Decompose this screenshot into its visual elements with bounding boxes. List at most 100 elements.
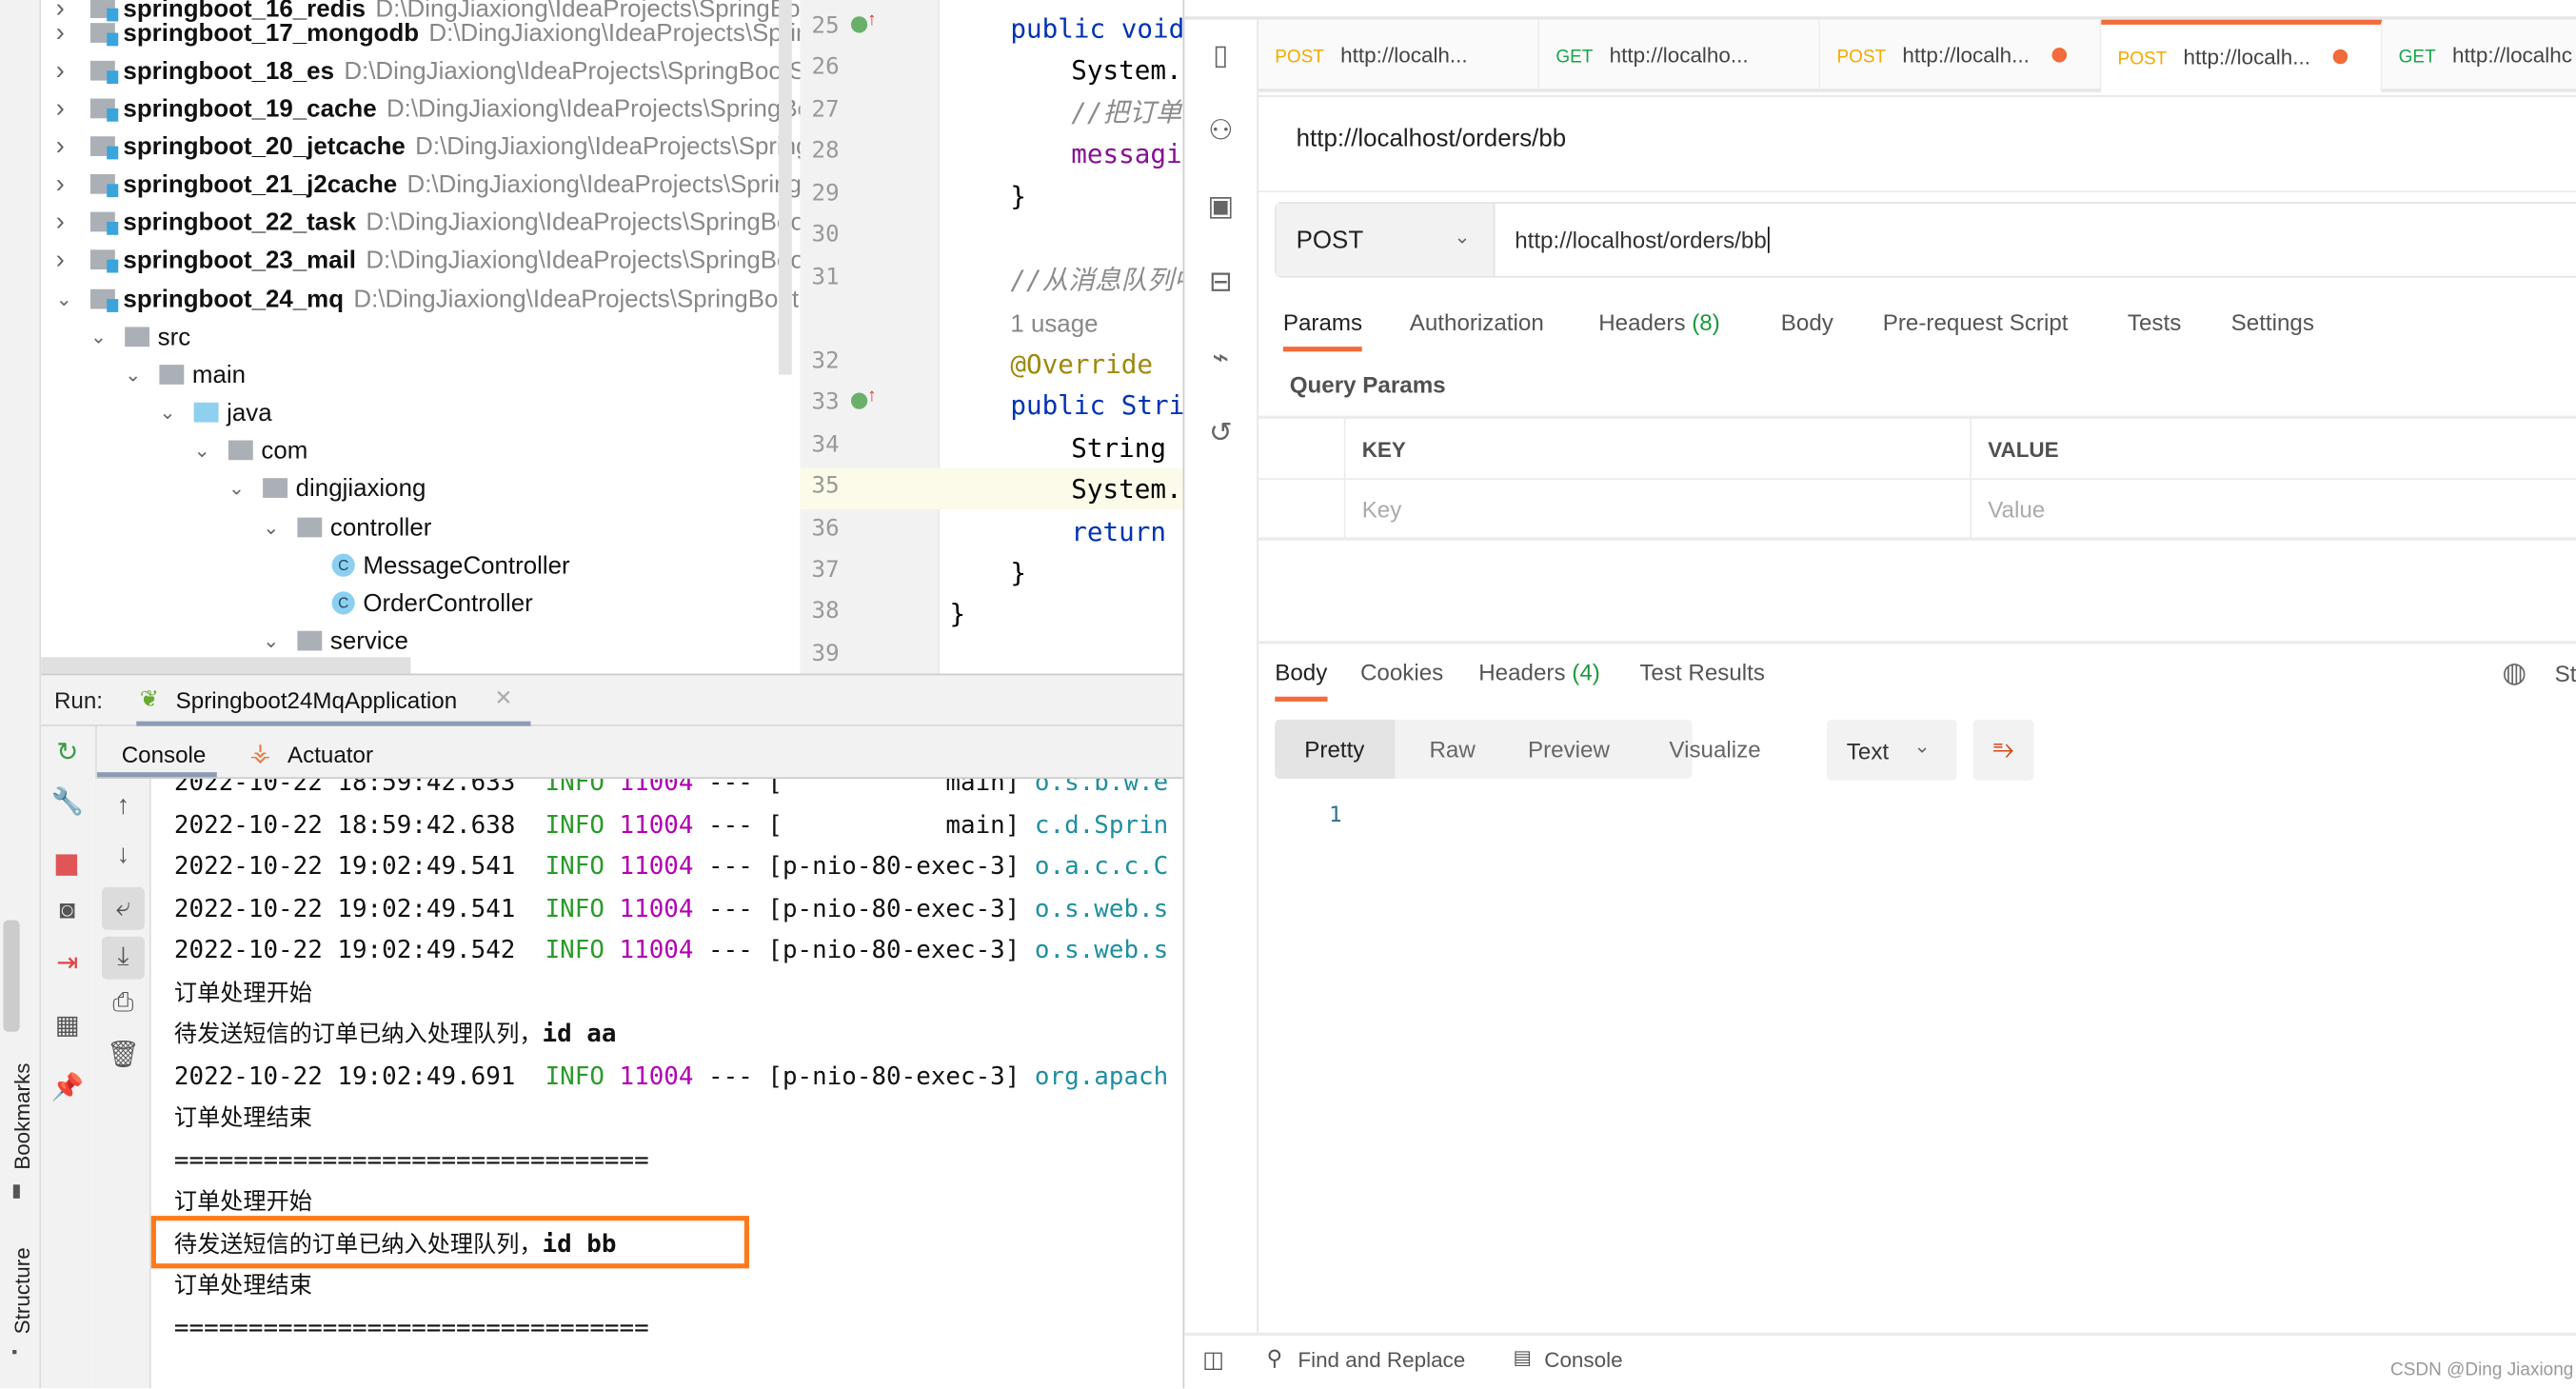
tab-test-results[interactable]: Test Results	[1639, 659, 1765, 685]
tree-item[interactable]: › springboot_21_j2cache D:\DingJiaxiong\Id…	[41, 166, 801, 204]
collections-icon[interactable]: ▯	[1204, 39, 1238, 72]
console-button[interactable]: Console	[1544, 1347, 1622, 1372]
chevron-down-icon[interactable]: ⌄	[125, 356, 141, 394]
request-title[interactable]: http://localhost/orders/bb	[1297, 125, 1566, 152]
tab-body[interactable]: Body	[1275, 659, 1327, 685]
globe-icon[interactable]: ◍	[2502, 657, 2526, 690]
tree-item[interactable]: ⌄ src	[41, 319, 800, 357]
structure-tab[interactable]: Structure	[10, 1247, 34, 1334]
tab-headers[interactable]: Headers (4)	[1478, 659, 1600, 685]
down-arrow-icon[interactable]: ↓	[107, 842, 140, 871]
chevron-right-icon[interactable]: ›	[56, 204, 65, 242]
tree-horizontal-scrollbar[interactable]	[41, 657, 411, 674]
tree-item[interactable]: › springboot_23_mail D:\DingJiaxiong\IdeaP…	[41, 242, 801, 280]
tree-item[interactable]: › springboot_17_mongodb D:\DingJiaxiong\Id…	[41, 15, 801, 53]
chevron-right-icon[interactable]: ›	[56, 242, 65, 280]
log-timestamp: 2022-10-22 19:02:49.541	[173, 892, 516, 923]
chevron-down-icon[interactable]: ⌄	[228, 470, 245, 508]
method-select[interactable]: POST ⌄	[1276, 203, 1496, 276]
bookmarks-tab[interactable]: Bookmarks	[10, 1063, 34, 1170]
log-pid: 11004	[619, 892, 694, 923]
scroll-to-end-icon[interactable]: ⤓	[101, 936, 145, 980]
apis-icon[interactable]: ⚇	[1204, 115, 1238, 149]
request-tab[interactable]: GET http://localhc	[2382, 19, 2576, 92]
tab-params[interactable]: Params	[1283, 308, 1362, 335]
chevron-right-icon[interactable]: ›	[56, 129, 65, 167]
view-mode-visualize[interactable]: Visualize	[1639, 720, 1790, 779]
chevron-right-icon[interactable]: ›	[56, 90, 65, 129]
implementation-marker-icon[interactable]	[850, 392, 868, 409]
code-line: System.o	[1071, 468, 1182, 509]
tree-item[interactable]: C MessageController	[41, 547, 800, 585]
layout-icon[interactable]: ▦	[50, 1009, 84, 1042]
tree-item[interactable]: ⌄ main	[41, 356, 800, 394]
request-tab[interactable]: POST http://localh...	[2101, 19, 2383, 92]
chevron-down-icon[interactable]: ⌄	[263, 509, 279, 547]
chevron-down-icon[interactable]: ⌄	[194, 432, 210, 470]
value-input[interactable]: Value	[1988, 496, 2045, 523]
request-tab[interactable]: POST http://localh...	[1258, 19, 1540, 92]
run-config-tab[interactable]: ❦ Springboot24MqApplication ✕	[136, 675, 531, 726]
request-tab-method: GET	[1556, 48, 1594, 68]
request-tab[interactable]: POST http://localh...	[1820, 19, 2102, 92]
tab-actuator[interactable]: Actuator	[287, 741, 373, 767]
view-mode-pretty[interactable]: Pretty	[1275, 719, 1395, 780]
tree-item[interactable]: ⌄ service	[41, 623, 800, 661]
tree-item[interactable]: ⌄ dingjiaxiong	[41, 470, 800, 508]
tree-item[interactable]: › springboot_22_task D:\DingJiaxiong\IdeaP…	[41, 204, 801, 242]
request-tab[interactable]: GET http://localho...	[1539, 19, 1821, 92]
find-replace-button[interactable]: Find and Replace	[1298, 1347, 1465, 1372]
tree-item[interactable]: ⌄ controller	[41, 509, 800, 547]
chevron-down-icon[interactable]: ⌄	[159, 394, 175, 432]
up-arrow-icon[interactable]: ↑	[107, 792, 140, 822]
chevron-right-icon[interactable]: ›	[56, 166, 65, 204]
close-icon[interactable]: ✕	[494, 685, 512, 712]
key-input[interactable]: Key	[1362, 496, 1402, 523]
soft-wrap-icon[interactable]: ⤶	[101, 886, 145, 930]
tab-authorization[interactable]: Authorization	[1410, 308, 1544, 335]
tab-console[interactable]: Console	[95, 726, 217, 778]
chevron-down-icon[interactable]: ⌄	[263, 623, 279, 661]
tree-item[interactable]: ⌄ java	[41, 394, 800, 432]
selected-tab-underline	[1282, 347, 1362, 352]
tree-item[interactable]: › springboot_20_jetcache D:\DingJiaxiong\I…	[41, 129, 801, 167]
view-mode-raw[interactable]: Raw	[1399, 720, 1504, 779]
tree-item[interactable]: ⌄ springboot_24_mq D:\DingJiaxiong\IdeaPro…	[41, 281, 800, 319]
tab-settings[interactable]: Settings	[2231, 308, 2314, 335]
wrap-lines-icon[interactable]: ⥱	[1972, 719, 2034, 781]
chevron-right-icon[interactable]: ›	[56, 52, 65, 90]
tree-item[interactable]: ⌄ com	[41, 432, 800, 470]
url-input[interactable]: http://localhost/orders/bb	[1515, 227, 1771, 253]
camera-icon[interactable]: ◙	[50, 897, 84, 926]
tab-headers[interactable]: Headers (8)	[1598, 308, 1720, 335]
console-line: 2022-10-22 19:02:49.691 INFO 11004 --- […	[173, 1061, 1169, 1091]
mock-servers-icon[interactable]: ⊟	[1204, 267, 1238, 300]
console-output[interactable]: 2022-10-22 18:59:42.633 INFO 11004 --- […	[150, 779, 1183, 1389]
monitors-icon[interactable]: ⌁	[1204, 342, 1238, 375]
tree-item[interactable]: C OrderController	[41, 585, 800, 623]
stop-icon[interactable]	[55, 854, 78, 876]
tab-pre-request-script[interactable]: Pre-request Script	[1883, 308, 2069, 335]
history-icon[interactable]: ↺	[1204, 417, 1238, 450]
print-icon[interactable]: ⎙	[107, 989, 140, 1019]
chevron-down-icon[interactable]: ⌄	[90, 319, 107, 357]
view-mode-preview[interactable]: Preview	[1498, 720, 1639, 779]
wrench-icon[interactable]: 🔧	[50, 785, 84, 819]
tab-body[interactable]: Body	[1781, 308, 1833, 335]
environments-icon[interactable]: ▣	[1204, 190, 1238, 224]
pin-icon[interactable]: 📌	[50, 1071, 84, 1104]
tab-cookies[interactable]: Cookies	[1360, 659, 1443, 685]
tree-item-name: springboot_17_mongodb	[123, 19, 420, 49]
sidebar-toggle-icon[interactable]: ◫	[1202, 1345, 1224, 1373]
chevron-right-icon[interactable]: ›	[56, 15, 65, 53]
tree-item[interactable]: › springboot_19_cache D:\DingJiaxiong\Idea…	[41, 90, 801, 129]
tree-scrollbar[interactable]	[779, 0, 792, 375]
trash-icon[interactable]: 🗑	[107, 1039, 140, 1072]
exit-icon[interactable]: ⇥	[50, 946, 84, 980]
rerun-icon[interactable]: ↻	[50, 736, 84, 769]
format-select[interactable]: Text ⌄	[1827, 719, 1957, 781]
tree-item[interactable]: › springboot_18_es D:\DingJiaxiong\IdeaPro…	[41, 52, 801, 90]
chevron-down-icon[interactable]: ⌄	[56, 281, 72, 319]
tab-tests[interactable]: Tests	[2128, 308, 2181, 335]
implementation-marker-icon[interactable]	[850, 16, 868, 33]
